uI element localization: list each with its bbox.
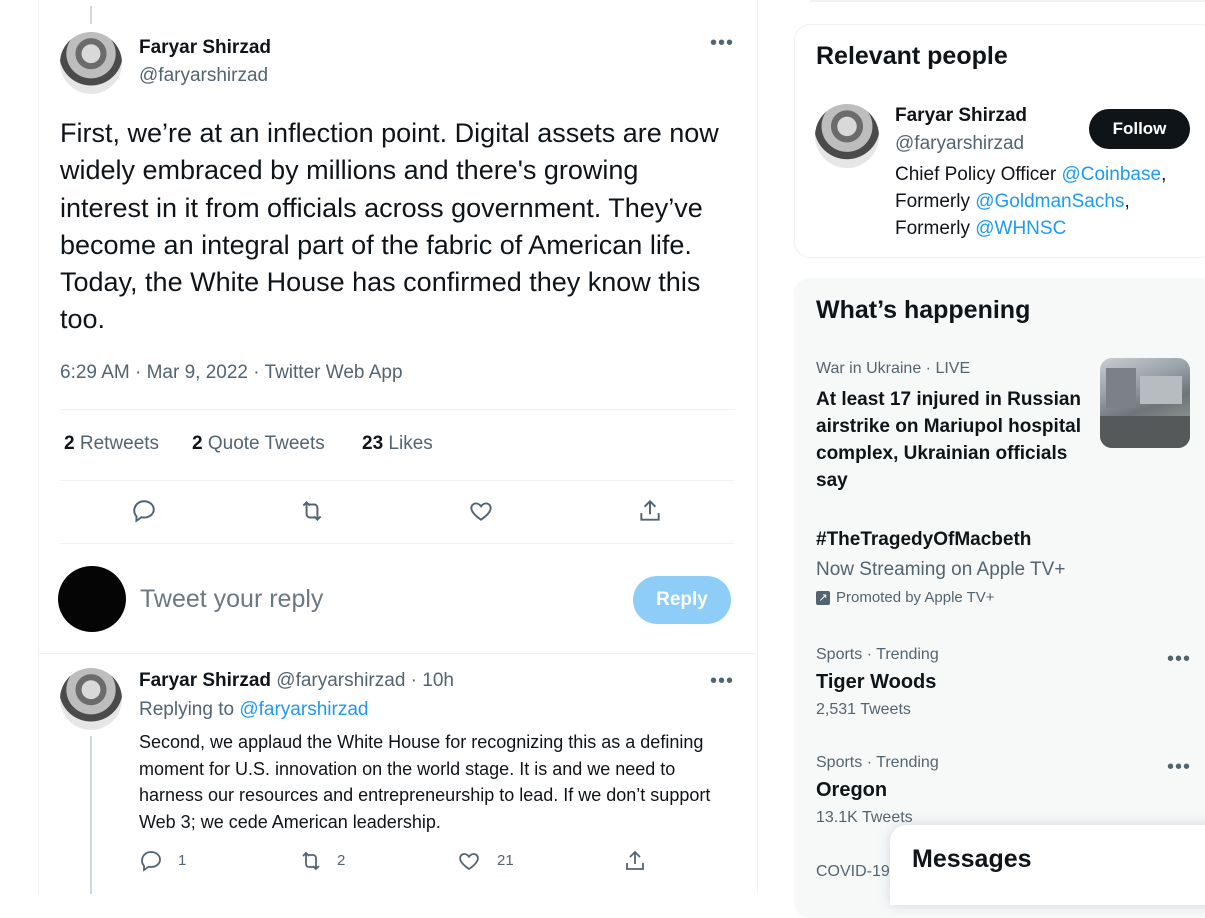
reply-input[interactable]: Tweet your reply (140, 585, 323, 614)
divider (60, 409, 735, 410)
reply-share-icon[interactable] (620, 846, 650, 876)
bio-text: Chief Policy Officer (895, 164, 1062, 185)
reply-replies-count: 1 (178, 852, 187, 869)
retweet-icon[interactable] (295, 494, 329, 528)
bio-line-3: Formerly @WHNSC (895, 215, 1205, 242)
promoted-icon: ↗ (816, 590, 830, 605)
whats-happening-title: What’s happening (816, 296, 1031, 324)
bio-link-coinbase[interactable]: @Coinbase (1061, 164, 1161, 185)
trend-category-label: War in Ukraine (816, 360, 922, 377)
trend-category: Sports · Trending (816, 754, 939, 771)
bio-line-1: Chief Policy Officer @Coinbase, (895, 161, 1205, 188)
bio-text: , (1161, 164, 1167, 185)
divider (38, 653, 756, 654)
more-options-icon[interactable]: ••• (710, 33, 734, 53)
promoted-label: Promoted by Apple TV+ (836, 589, 995, 606)
person-bio: Chief Policy Officer @Coinbase, Formerly… (895, 161, 1205, 242)
author-avatar[interactable] (60, 32, 122, 94)
trend-more-icon[interactable]: ••• (1167, 757, 1191, 777)
trend-category: Sports · Trending (816, 646, 939, 663)
trend-count: 2,531 Tweets (816, 701, 911, 718)
thumbnail-detail (1106, 368, 1136, 408)
thumbnail-detail (1140, 376, 1182, 404)
quotes-count: 2 (192, 433, 203, 454)
reply-like-icon[interactable] (454, 846, 484, 876)
bio-text: Formerly (895, 218, 976, 239)
likes-count: 23 (362, 433, 384, 454)
likes-label: Likes (388, 433, 433, 454)
reply-time[interactable]: · 10h (411, 670, 454, 691)
reply-icon[interactable] (127, 494, 161, 528)
person-avatar[interactable] (815, 104, 879, 168)
quotes-label: Quote Tweets (207, 433, 325, 454)
messages-title: Messages (912, 845, 1032, 873)
messages-drawer[interactable]: Messages (890, 825, 1205, 905)
bio-text: Formerly (895, 191, 976, 212)
reply-author-avatar[interactable] (60, 668, 122, 730)
bio-link-whnsc[interactable]: @WHNSC (975, 218, 1066, 239)
divider (60, 480, 735, 481)
tweet-text: First, we’re at an inflection point. Dig… (60, 118, 719, 335)
retweets-count: 2 (64, 433, 75, 454)
trend-subtitle: Now Streaming on Apple TV+ (816, 559, 1066, 580)
replying-to-handle[interactable]: @faryarshirzad (239, 699, 368, 720)
bio-text: , (1124, 191, 1130, 212)
news-headline[interactable]: At least 17 injured in Russian airstrike… (816, 386, 1086, 494)
promoted-row: ↗ Promoted by Apple TV+ (816, 589, 995, 606)
tweet-timestamp[interactable]: 6:29 AM · Mar 9, 2022 · Twitter Web App (60, 362, 403, 384)
trend-category: COVID-19 (816, 863, 890, 880)
author-name[interactable]: Faryar Shirzad (139, 37, 271, 59)
trend-count: 13.1K Tweets (816, 809, 913, 826)
reply-author-handle[interactable]: @faryarshirzad (276, 670, 405, 691)
reply-header: Faryar Shirzad @faryarshirzad · 10h (139, 670, 454, 692)
sidebar-top-edge (810, 0, 1205, 2)
person-handle[interactable]: @faryarshirzad (895, 133, 1024, 155)
replying-to: Replying to @faryarshirzad (139, 699, 368, 721)
retweets-stat[interactable]: 2 Retweets (64, 433, 159, 455)
reply-more-options-icon[interactable]: ••• (710, 671, 734, 691)
like-icon[interactable] (464, 494, 498, 528)
reply-author-name[interactable]: Faryar Shirzad (139, 670, 271, 691)
live-badge: · LIVE (925, 360, 971, 377)
divider (60, 543, 735, 544)
follow-button[interactable]: Follow (1089, 109, 1190, 149)
share-icon[interactable] (633, 494, 667, 528)
retweets-label: Retweets (79, 433, 160, 454)
thumbnail-detail (1100, 416, 1190, 448)
reply-retweets-count: 2 (337, 852, 346, 869)
trend-title[interactable]: Tiger Woods (816, 671, 936, 694)
thread-line (90, 736, 92, 894)
bio-line-2: Formerly @GoldmanSachs, (895, 188, 1205, 215)
quotes-stat[interactable]: 2 Quote Tweets (192, 433, 325, 455)
user-avatar (58, 566, 126, 632)
news-thumbnail[interactable] (1100, 358, 1190, 448)
trend-title[interactable]: Oregon (816, 779, 887, 802)
replying-to-label: Replying to (139, 699, 235, 720)
relevant-people-title: Relevant people (816, 42, 1008, 70)
likes-stat[interactable]: 23 Likes (362, 433, 433, 455)
reply-button[interactable]: Reply (633, 576, 731, 624)
trend-title[interactable]: #TheTragedyOfMacbeth (816, 529, 1031, 551)
reply-likes-count: 21 (497, 852, 514, 869)
author-handle[interactable]: @faryarshirzad (139, 65, 268, 87)
reply-retweet-icon[interactable] (296, 846, 326, 876)
reply-text: Second, we applaud the White House for r… (139, 732, 711, 832)
reply-reply-icon[interactable] (136, 846, 166, 876)
thread-line-top (90, 6, 92, 24)
trend-category: War in Ukraine · LIVE (816, 360, 970, 378)
trend-more-icon[interactable]: ••• (1167, 649, 1191, 669)
person-name[interactable]: Faryar Shirzad (895, 105, 1027, 127)
bio-link-goldmansachs[interactable]: @GoldmanSachs (975, 191, 1124, 212)
